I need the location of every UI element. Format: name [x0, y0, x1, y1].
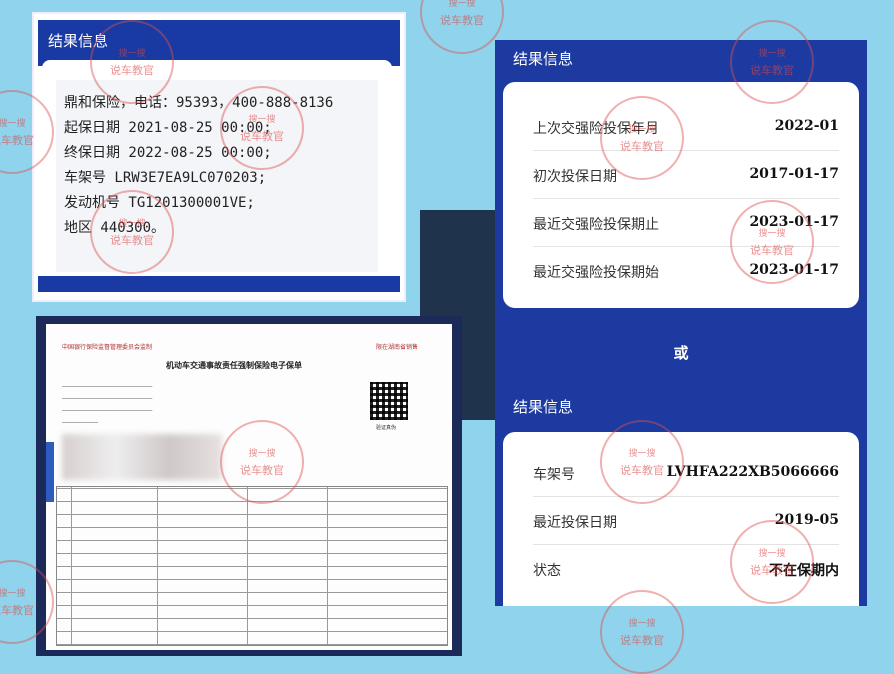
watermark-stamp: 搜一搜说车教官 — [600, 420, 684, 504]
row-label: 初次投保日期 — [533, 169, 617, 185]
blurred-region — [62, 434, 222, 480]
doc-regulator: 中国银行保险监督管理委员会监制 — [62, 344, 153, 351]
vin-line: 车架号 LRW3E7EA9LC070203; — [64, 170, 267, 186]
row-label: 车架号 — [533, 467, 575, 483]
row-label: 状态 — [533, 563, 561, 579]
or-separator: 或 — [673, 344, 689, 362]
watermark-stamp: 搜一搜说车教官 — [220, 86, 304, 170]
watermark-stamp: 搜一搜说车教官 — [730, 20, 814, 104]
watermark-stamp: 搜一搜说车教官 — [420, 0, 504, 54]
row-label: 最近交强险投保期止 — [533, 217, 659, 233]
qr-code — [370, 382, 408, 420]
row-label: 最近投保日期 — [533, 515, 617, 531]
doc-title: 机动车交通事故责任强制保险电子保单 — [166, 361, 302, 370]
row-value: 2017-01-17 — [749, 166, 839, 182]
watermark-stamp: 搜一搜说车教官 — [730, 200, 814, 284]
row-first-policy-date: 初次投保日期 2017-01-17 — [533, 150, 839, 199]
right-panel-title-1: 结果信息 — [513, 50, 574, 68]
result-card-1: 上次交强险投保年月 2022-01 初次投保日期 2017-01-17 最近交强… — [503, 82, 859, 308]
doc-meta-line: ────────────────────────────── — [62, 384, 153, 390]
policy-table — [56, 486, 448, 646]
watermark-stamp: 搜一搜说车教官 — [600, 590, 684, 674]
watermark-stamp: 搜一搜说车教官 — [600, 96, 684, 180]
watermark-stamp: 搜一搜说车教官 — [730, 520, 814, 604]
watermark-stamp: 搜一搜说车教官 — [90, 190, 174, 274]
watermark-stamp: 搜一搜说车教官 — [90, 20, 174, 104]
watermark-stamp: 搜一搜说车教官 — [220, 420, 304, 504]
row-last-policy-month: 上次交强险投保年月 2022-01 — [533, 102, 839, 151]
doc-side-bar — [46, 442, 54, 502]
qr-label: 验证真伪 — [376, 425, 397, 431]
row-value: 2022-01 — [774, 118, 839, 134]
doc-meta-line: ────────────────────────────── — [62, 408, 153, 414]
left-card-footer — [38, 276, 400, 292]
row-label: 最近交强险投保期始 — [533, 265, 659, 281]
right-panel-title-2: 结果信息 — [513, 398, 574, 416]
doc-meta-line: ──────────── — [62, 420, 99, 426]
doc-region-note: 限在湖南省销售 — [376, 344, 419, 351]
row-value: LVHFA222XB5066666 — [666, 464, 839, 480]
row-vin: 车架号 LVHFA222XB5066666 — [533, 448, 839, 497]
doc-meta-line: ────────────────────────────── — [62, 396, 153, 402]
